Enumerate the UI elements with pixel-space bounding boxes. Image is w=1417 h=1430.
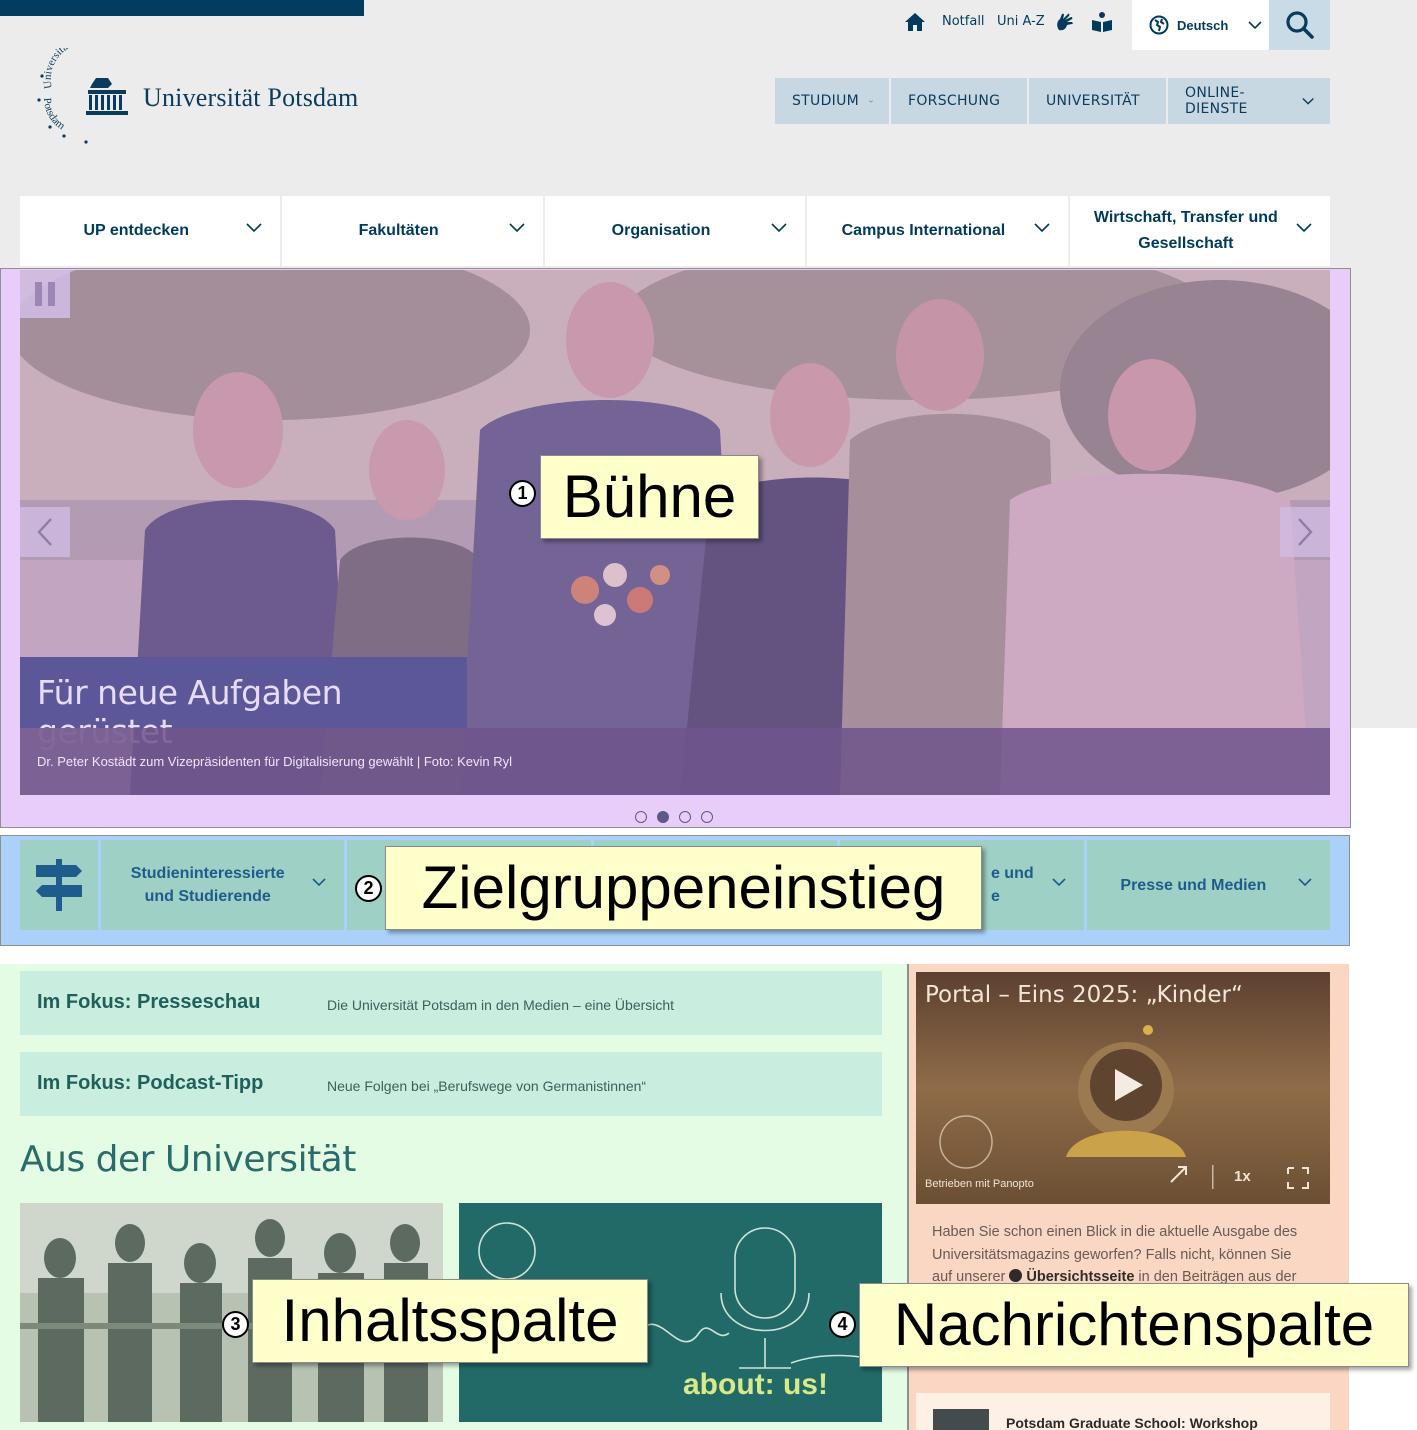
chevron-down-icon: [509, 223, 525, 233]
chevron-down-icon: [1034, 223, 1050, 233]
chevron-down-icon: [771, 223, 787, 233]
slide-dot-active[interactable]: [657, 811, 669, 823]
subnav-label: Fakultäten: [358, 222, 439, 239]
main-nav-studium[interactable]: STUDIUM: [775, 78, 889, 124]
globe-icon: [1149, 15, 1169, 35]
chevron-down-icon: [1052, 878, 1066, 887]
slide-dot[interactable]: [701, 811, 713, 823]
focus-description: Die Universität Potsdam in den Medien – …: [327, 997, 675, 1013]
subnav-label: UP entdecken: [83, 222, 189, 239]
previous-slide-button[interactable]: [20, 507, 70, 557]
video-powered-by[interactable]: Betrieben mit Panopto: [925, 1178, 1034, 1190]
chevron-down-icon: [1302, 97, 1314, 105]
university-name[interactable]: Universität Potsdam: [143, 83, 358, 113]
callout-buehne: Bühne: [540, 455, 759, 539]
pause-button[interactable]: [20, 270, 70, 318]
seal-arc-top: Universität: [42, 48, 73, 89]
university-seal-logo[interactable]: Universität Potsdam: [34, 48, 134, 148]
stage-caption: Dr. Peter Kostädt zum Vizepräsidenten fü…: [20, 728, 1330, 795]
focus-title: Im Fokus: Podcast-Tipp: [37, 1072, 264, 1094]
next-slide-button[interactable]: [1280, 507, 1330, 557]
callout-number-badge: 3: [222, 1311, 249, 1338]
main-nav-universitaet[interactable]: UNIVERSITÄT: [1029, 78, 1166, 124]
main-nav-forschung[interactable]: FORSCHUNG: [891, 78, 1027, 124]
target-group-label: e und e: [990, 865, 1034, 905]
chevron-right-icon: [1298, 518, 1313, 546]
main-nav-label: UNIVERSITÄT: [1046, 93, 1140, 109]
signpost-icon: [20, 840, 98, 930]
slide-indicators: [635, 811, 713, 823]
focus-teaser-presseschau[interactable]: Im Fokus: Presseschau Die Universität Po…: [20, 971, 882, 1035]
sign-language-icon[interactable]: [1053, 10, 1077, 34]
callout-nachrichtenspalte: Nachrichtenspalte: [859, 1283, 1409, 1367]
arrow-circle-icon: [1009, 1269, 1023, 1282]
main-nav-label: FORSCHUNG: [908, 93, 1001, 109]
subnav-campus-international[interactable]: Campus International: [807, 196, 1068, 266]
chevron-left-icon: [37, 518, 52, 546]
main-nav-label: STUDIUM: [792, 93, 860, 109]
search-icon: [1285, 11, 1314, 39]
top-accent-strip: [0, 0, 364, 16]
callout-number-badge: 2: [355, 875, 382, 902]
subnav-fakultaeten[interactable]: Fakultäten: [282, 196, 543, 266]
callout-inhaltsspalte: Inhaltsspalte: [252, 1279, 648, 1363]
magazine-teaser-text: Haben Sie schon einen Blick in die aktue…: [932, 1221, 1312, 1289]
chevron-down-icon: [246, 223, 262, 233]
chevron-down-icon: [1248, 21, 1262, 30]
slide-dot[interactable]: [679, 811, 691, 823]
chevron-down-icon: [1298, 878, 1312, 887]
callout-zielgruppeneinstieg: Zielgruppeneinstieg: [385, 846, 982, 930]
subnav-organisation[interactable]: Organisation: [544, 196, 806, 266]
subnav-label: Campus International: [841, 222, 1006, 239]
target-group-label: Studieninteressierte und Studierende: [130, 865, 285, 905]
language-selector[interactable]: Deutsch: [1132, 0, 1269, 50]
subnav-label: Organisation: [611, 222, 711, 239]
home-icon[interactable]: [903, 10, 927, 34]
slide-dot[interactable]: [635, 811, 647, 823]
main-navigation: STUDIUM FORSCHUNG UNIVERSITÄT ONLINE-DIE…: [775, 78, 1330, 124]
uni-az-link[interactable]: Uni A-Z: [997, 14, 1045, 29]
chevron-down-icon: [312, 878, 326, 887]
target-group-studieninteressierte[interactable]: Studieninteressierte und Studierende: [101, 840, 345, 930]
notfall-link[interactable]: Notfall: [942, 14, 985, 29]
focus-teaser-podcast[interactable]: Im Fokus: Podcast-Tipp Neue Folgen bei „…: [20, 1052, 882, 1116]
video-speed-button[interactable]: 1x: [1234, 1168, 1251, 1185]
target-group-presse[interactable]: Presse und Medien: [1086, 840, 1331, 930]
stage-title[interactable]: Für neue Aufgaben gerüstet: [20, 657, 467, 751]
news-item-thumbnail[interactable]: [933, 1409, 989, 1430]
callout-number-badge: 1: [509, 480, 536, 507]
video-title[interactable]: Portal – Eins 2025: „Kinder“: [925, 982, 1243, 1008]
search-button[interactable]: [1269, 0, 1330, 50]
subnav-wirtschaft-transfer[interactable]: Wirtschaft, Transfer und Gesellschaft: [1069, 196, 1331, 266]
subnav-up-entdecken[interactable]: UP entdecken: [20, 196, 281, 266]
target-group-label: Presse und Medien: [1120, 876, 1267, 894]
about-us-label: about: us!: [683, 1368, 828, 1401]
easy-language-icon[interactable]: [1090, 10, 1114, 34]
seal-arc-bottom: Potsdam: [41, 97, 68, 132]
chevron-down-icon: [869, 99, 873, 103]
chevron-down-icon: [1010, 100, 1011, 102]
focus-title: Im Fokus: Presseschau: [37, 991, 261, 1013]
callout-number-badge: 4: [829, 1311, 856, 1338]
section-title: Aus der Universität: [20, 1139, 356, 1180]
language-label: Deutsch: [1177, 17, 1229, 33]
subnav-label: Wirtschaft, Transfer und Gesellschaft: [1093, 209, 1278, 252]
chevron-down-icon: [1296, 223, 1312, 233]
focus-description: Neue Folgen bei „Berufswege von Germanis…: [327, 1078, 647, 1094]
sub-navigation: UP entdecken Fakultäten Organisation Cam…: [20, 196, 1331, 266]
news-item-title[interactable]: Potsdam Graduate School: Workshop: [1006, 1415, 1258, 1430]
main-nav-online-dienste[interactable]: ONLINE-DIENSTE: [1168, 78, 1330, 124]
main-nav-label: ONLINE-DIENSTE: [1185, 85, 1248, 117]
